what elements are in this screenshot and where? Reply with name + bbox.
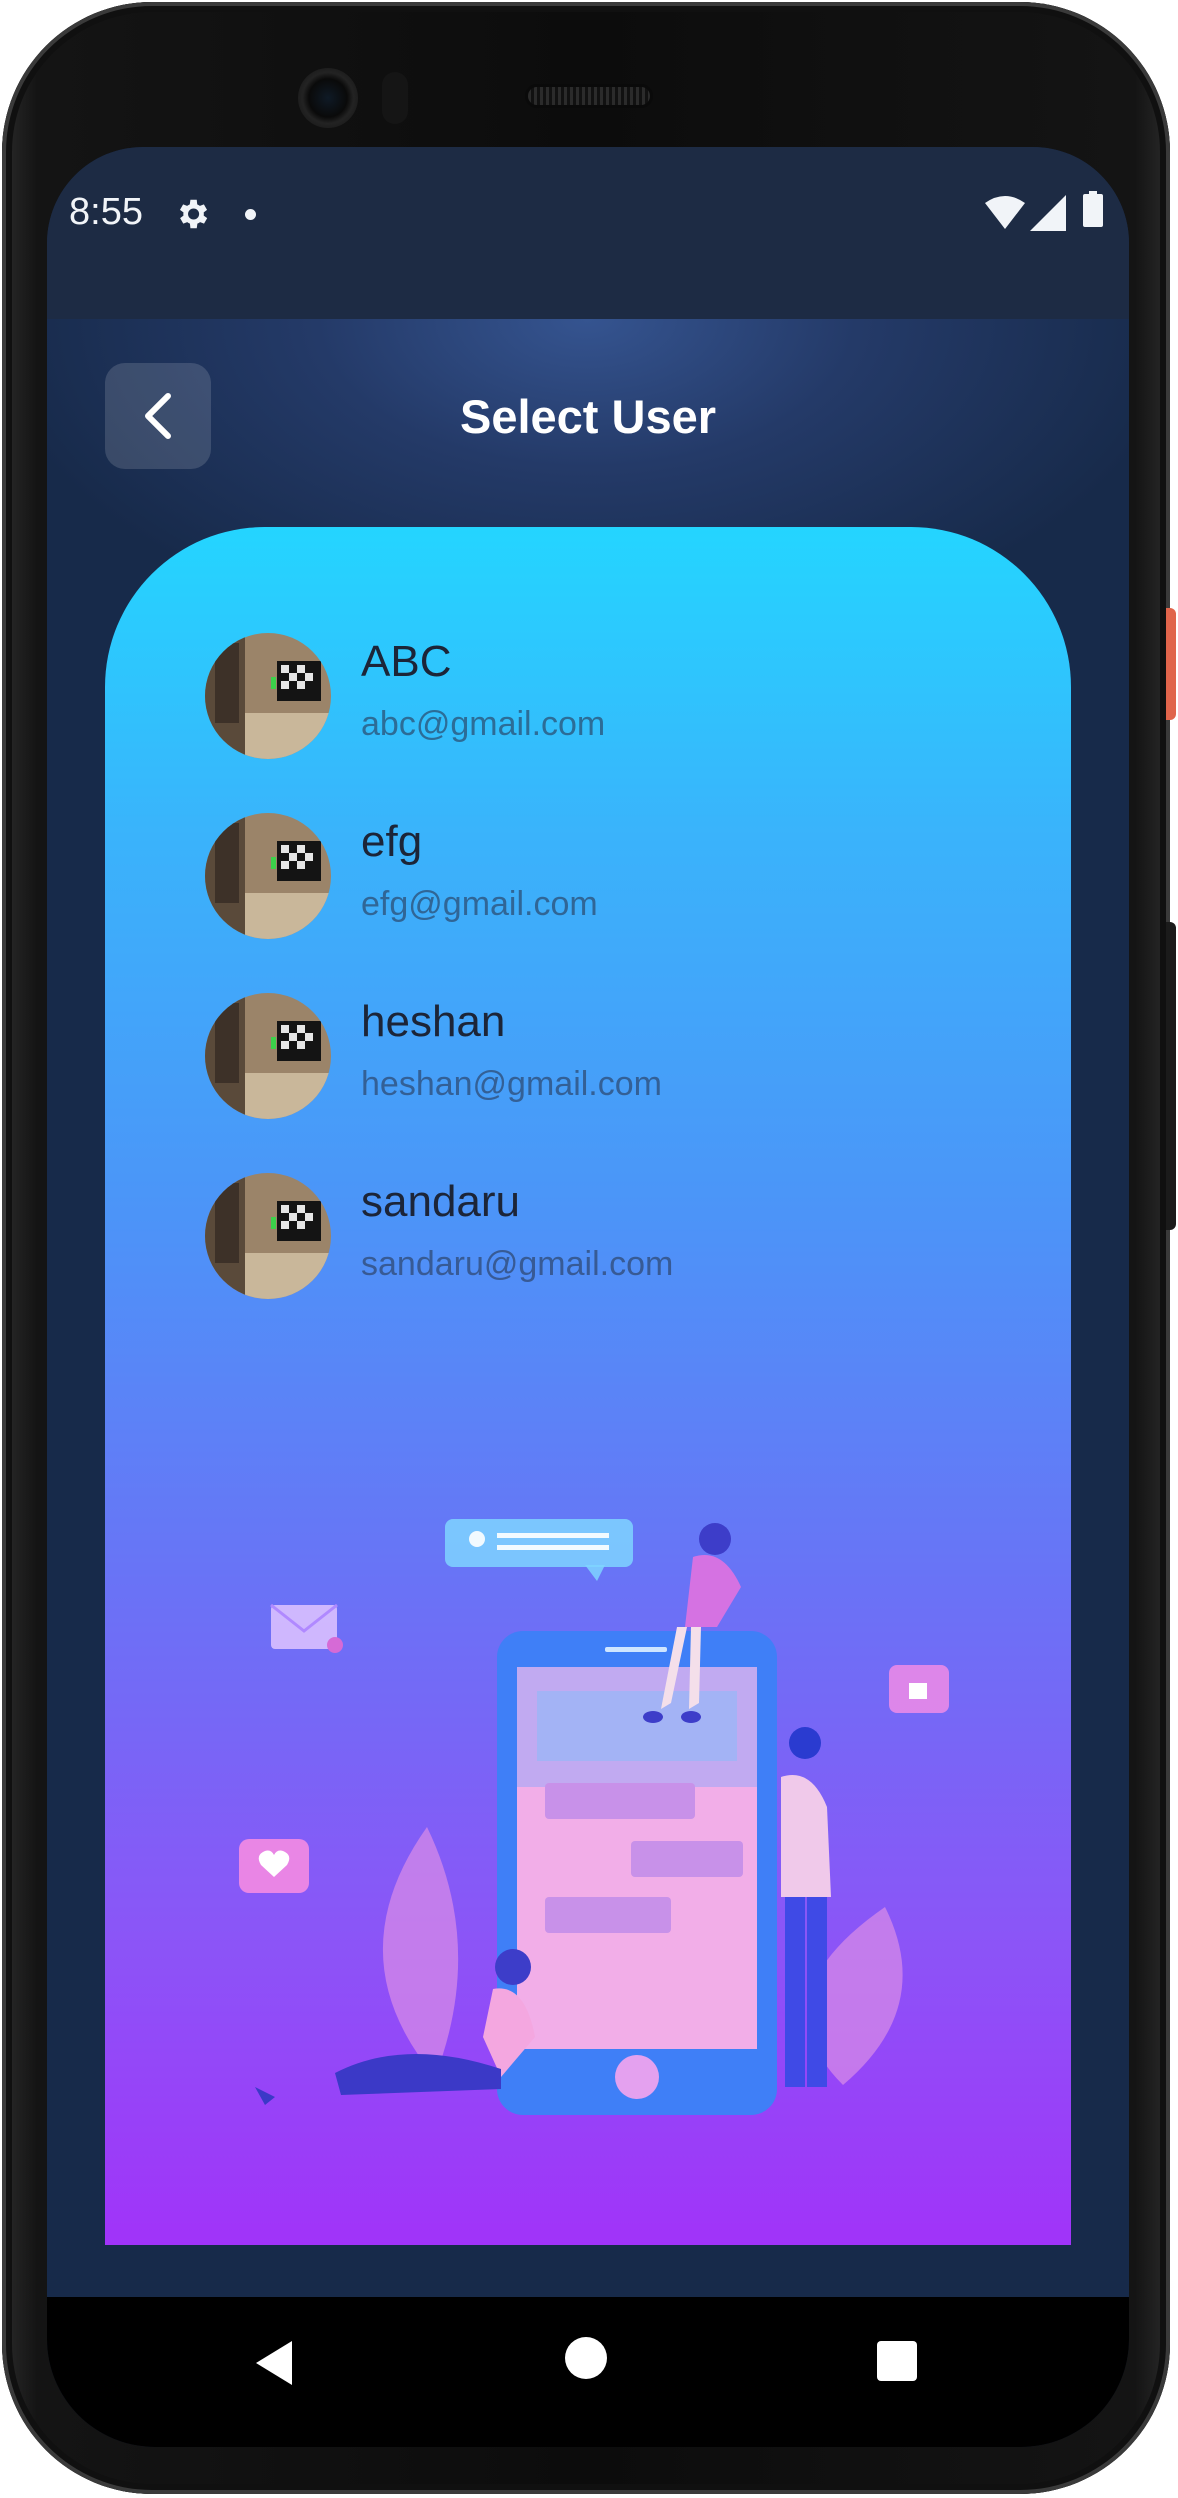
nav-home-icon[interactable] bbox=[565, 2337, 607, 2379]
envelope-icon bbox=[270, 1603, 343, 1653]
user-name: ABC bbox=[361, 637, 452, 686]
user-name: efg bbox=[361, 817, 423, 866]
app-content: Select User ABC abc@gmail.com efg efg@gm… bbox=[47, 319, 1129, 2297]
thumbs-up-icon bbox=[889, 1665, 949, 1713]
gear-icon bbox=[179, 199, 208, 229]
screen: 8:55 Select User ABC abc@gmail.com efg e… bbox=[47, 147, 1129, 2447]
status-bar: 8:55 bbox=[47, 147, 1129, 319]
list-item-user-sandaru[interactable]: sandaru sandaru@gmail.com bbox=[205, 1173, 1005, 1301]
user-email: abc@gmail.com bbox=[361, 705, 606, 743]
status-time: 8:55 bbox=[69, 191, 143, 233]
notification-dot-icon bbox=[245, 209, 256, 220]
user-email: heshan@gmail.com bbox=[361, 1065, 662, 1103]
avatar bbox=[205, 813, 331, 939]
list-item-user-abc[interactable]: ABC abc@gmail.com bbox=[205, 633, 1005, 761]
battery-icon bbox=[1083, 191, 1103, 227]
user-name: sandaru bbox=[361, 1177, 521, 1226]
user-email: efg@gmail.com bbox=[361, 885, 598, 923]
heart-icon bbox=[239, 1839, 309, 1893]
wifi-icon bbox=[985, 196, 1025, 229]
avatar bbox=[205, 993, 331, 1119]
user-email: sandaru@gmail.com bbox=[361, 1245, 674, 1283]
avatar bbox=[205, 633, 331, 759]
signal-icon bbox=[1030, 195, 1066, 231]
nav-recents-icon[interactable] bbox=[877, 2341, 917, 2381]
user-name: heshan bbox=[361, 997, 506, 1046]
system-nav-bar bbox=[47, 2297, 1129, 2447]
social-chat-illustration bbox=[239, 1519, 949, 2115]
avatar bbox=[205, 1173, 331, 1299]
volume-button bbox=[1166, 922, 1176, 1230]
list-item-user-heshan[interactable]: heshan heshan@gmail.com bbox=[205, 993, 1005, 1121]
proximity-sensor bbox=[382, 72, 408, 124]
list-item-user-efg[interactable]: efg efg@gmail.com bbox=[205, 813, 1005, 941]
page-title: Select User bbox=[459, 390, 717, 443]
front-camera bbox=[298, 68, 358, 128]
earpiece-speaker bbox=[528, 87, 650, 105]
power-button bbox=[1166, 608, 1176, 720]
phone-frame: 8:55 Select User ABC abc@gmail.com efg e… bbox=[2, 2, 1170, 2494]
user-list-card: ABC abc@gmail.com efg efg@gmail.com hesh… bbox=[105, 527, 1071, 2245]
nav-back-icon[interactable] bbox=[252, 2339, 300, 2387]
